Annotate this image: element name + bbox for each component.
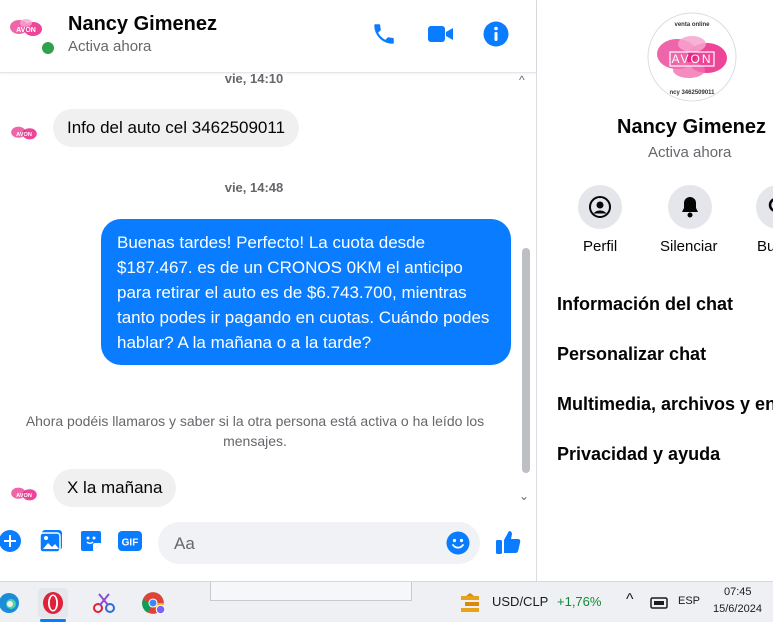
svg-text:GIF: GIF <box>122 538 139 549</box>
profile-button-label: Perfil <box>583 238 618 255</box>
stock-ticker[interactable]: USD/CLP <box>492 594 548 609</box>
search-icon <box>768 198 773 212</box>
clock-date[interactable]: 15/6/2024 <box>713 603 762 615</box>
media-files-section[interactable]: Multimedia, archivos y en <box>557 394 773 415</box>
message-input-box[interactable] <box>158 522 480 564</box>
chat-header: AVON Nancy Gimenez Activa ahora <box>0 0 536 73</box>
snipping-tool-icon[interactable] <box>89 588 119 618</box>
stock-widget-icon[interactable] <box>456 588 486 618</box>
chat-info-section[interactable]: Información del chat <box>557 294 733 315</box>
system-notice: Ahora podéis llamaros y saber si la otra… <box>25 413 485 449</box>
gif-button[interactable]: GIF <box>116 527 144 555</box>
bell-icon <box>682 197 698 218</box>
avon-logo-text: AVON <box>671 52 712 66</box>
scroll-up-arrow[interactable]: ^ <box>519 73 525 87</box>
phone-icon <box>374 24 394 44</box>
emoji-button[interactable] <box>446 531 470 555</box>
info-icon <box>483 21 509 47</box>
message-input[interactable] <box>172 532 436 556</box>
like-button[interactable] <box>494 528 522 556</box>
chevron-up-icon[interactable]: ^ <box>626 591 634 609</box>
plus-circle-icon <box>0 530 21 552</box>
gif-icon: GIF <box>118 531 142 551</box>
taskbar-search-strip[interactable] <box>210 582 412 601</box>
user-circle-icon <box>589 196 611 218</box>
opera-icon[interactable] <box>38 588 68 618</box>
svg-text:AVON: AVON <box>16 27 36 34</box>
chrome-icon[interactable] <box>138 588 168 618</box>
conversation-info-button[interactable] <box>480 18 512 50</box>
message-list[interactable]: ^ vie, 14:10 AVON Info del auto cel 3462… <box>0 73 536 507</box>
avatar-caption-bottom: ncy 3462509011 <box>669 90 715 96</box>
profile-picture[interactable]: AVON venta online ncy 3462509011 <box>647 12 737 102</box>
more-actions-button[interactable] <box>0 527 24 555</box>
avatar[interactable]: AVON <box>6 8 46 48</box>
stock-change[interactable]: +1,76% <box>557 594 601 609</box>
composer: GIF <box>0 507 536 581</box>
avatar[interactable]: AVON <box>8 478 40 507</box>
scrollbar-thumb[interactable] <box>522 248 530 473</box>
timestamp: vie, 14:48 <box>224 180 284 195</box>
scroll-down-arrow[interactable]: ⌄ <box>519 489 529 503</box>
profile-status: Activa ahora <box>648 144 732 161</box>
search-button[interactable] <box>756 185 773 229</box>
svg-text:AVON: AVON <box>16 493 32 499</box>
incoming-message[interactable]: Info del auto cel 3462509011 <box>53 109 300 147</box>
attach-image-button[interactable] <box>37 527 65 555</box>
timestamp: vie, 14:10 <box>224 73 284 86</box>
image-icon <box>39 530 62 553</box>
thumbs-up-icon <box>496 531 521 554</box>
video-call-button[interactable] <box>425 18 457 50</box>
incoming-message[interactable]: X la mañana <box>53 469 177 507</box>
contact-name[interactable]: Nancy Gimenez <box>68 13 217 36</box>
sticker-button[interactable] <box>77 527 105 555</box>
video-camera-icon <box>428 26 453 42</box>
customize-chat-section[interactable]: Personalizar chat <box>557 344 706 365</box>
avatar-caption-top: venta online <box>674 22 710 28</box>
svg-text:AVON: AVON <box>16 132 32 138</box>
outgoing-message[interactable]: Buenas tardes! Perfecto! La cuota desde … <box>101 219 511 365</box>
online-status-dot <box>40 40 56 56</box>
voice-call-button[interactable] <box>368 18 400 50</box>
sticker-icon <box>81 531 101 551</box>
mute-button[interactable] <box>668 185 712 229</box>
chat-panel: AVON Nancy Gimenez Activa ahora ^ vie, 1… <box>0 0 536 581</box>
contact-status: Activa ahora <box>68 38 152 55</box>
conversation-details-panel: AVON venta online ncy 3462509011 Nancy G… <box>537 0 773 581</box>
profile-button[interactable] <box>578 185 622 229</box>
search-button-label: Bu <box>757 238 773 255</box>
smiley-icon <box>446 531 470 555</box>
edge-icon[interactable] <box>0 588 24 618</box>
language-indicator[interactable]: ESP <box>678 595 700 607</box>
windows-taskbar: USD/CLP +1,76% ^ ESP 07:45 15/6/2024 <box>0 581 773 622</box>
mute-button-label: Silenciar <box>660 238 718 255</box>
clock-time[interactable]: 07:45 <box>724 586 752 598</box>
privacy-help-section[interactable]: Privacidad y ayuda <box>557 444 720 465</box>
avatar[interactable]: AVON <box>8 117 40 149</box>
network-icon[interactable] <box>644 588 674 618</box>
profile-name: Nancy Gimenez <box>617 116 766 138</box>
